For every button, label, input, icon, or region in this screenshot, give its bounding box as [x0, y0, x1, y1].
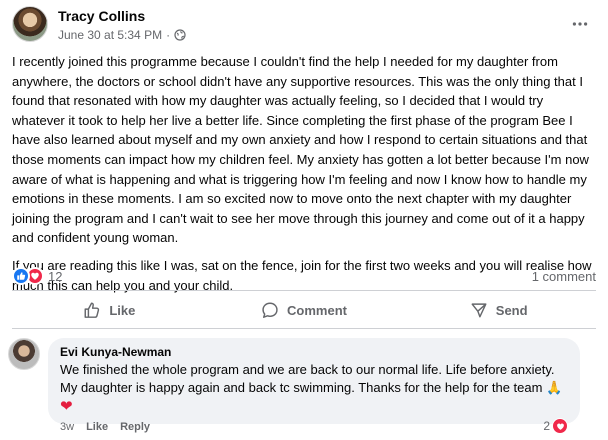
comment-actions: 3w Like Reply: [60, 421, 150, 433]
globe-icon: [174, 29, 186, 41]
action-bar: Like Comment Send: [12, 294, 596, 326]
thumbs-up-icon: [84, 302, 100, 318]
heart-emoji: ❤: [60, 398, 73, 415]
commenter-avatar[interactable]: [8, 338, 40, 370]
post-paragraph: I recently joined this programme because…: [12, 54, 589, 246]
divider: [12, 290, 596, 291]
post-meta: June 30 at 5:34 PM ·: [58, 28, 186, 42]
like-label: Like: [109, 302, 136, 318]
send-icon: [471, 303, 487, 318]
post-header: Tracy Collins June 30 at 5:34 PM ·: [12, 6, 596, 46]
heart-icon: [552, 418, 568, 434]
comment-time[interactable]: 3w: [60, 421, 74, 433]
reaction-count[interactable]: 12: [48, 269, 62, 284]
like-button[interactable]: Like: [12, 294, 207, 326]
reaction-icons[interactable]: [12, 267, 44, 285]
like-reaction-icon: [12, 267, 30, 285]
comment-bubble: Evi Kunya-Newman We finished the whole p…: [48, 338, 580, 424]
comment-reply-button[interactable]: Reply: [120, 421, 150, 433]
comment-author[interactable]: Evi Kunya-Newman: [60, 345, 568, 359]
send-button[interactable]: Send: [401, 294, 596, 326]
comment-reactions[interactable]: 2: [543, 418, 568, 434]
post-author[interactable]: Tracy Collins: [58, 8, 145, 24]
reactions-bar: 12 1 comment: [12, 267, 596, 287]
comment-reaction-count: 2: [543, 419, 550, 433]
divider: [12, 328, 596, 329]
author-avatar[interactable]: [12, 6, 48, 42]
post-timestamp[interactable]: June 30 at 5:34 PM: [58, 28, 162, 42]
comment-label: Comment: [287, 302, 347, 318]
more-options-button[interactable]: [568, 12, 592, 36]
pray-emoji: 🙏: [546, 380, 563, 395]
meta-separator: ·: [166, 28, 171, 42]
comment-like-button[interactable]: Like: [86, 421, 108, 433]
comment-icon: [262, 302, 278, 318]
send-label: Send: [495, 302, 528, 318]
comment-body: We finished the whole program and we are…: [60, 362, 555, 395]
comment-text: We finished the whole program and we are…: [60, 361, 568, 416]
comment-button[interactable]: Comment: [207, 294, 402, 326]
comment-count[interactable]: 1 comment: [532, 269, 596, 284]
more-icon: [572, 22, 588, 26]
post-body: I recently joined this programme because…: [12, 52, 596, 303]
